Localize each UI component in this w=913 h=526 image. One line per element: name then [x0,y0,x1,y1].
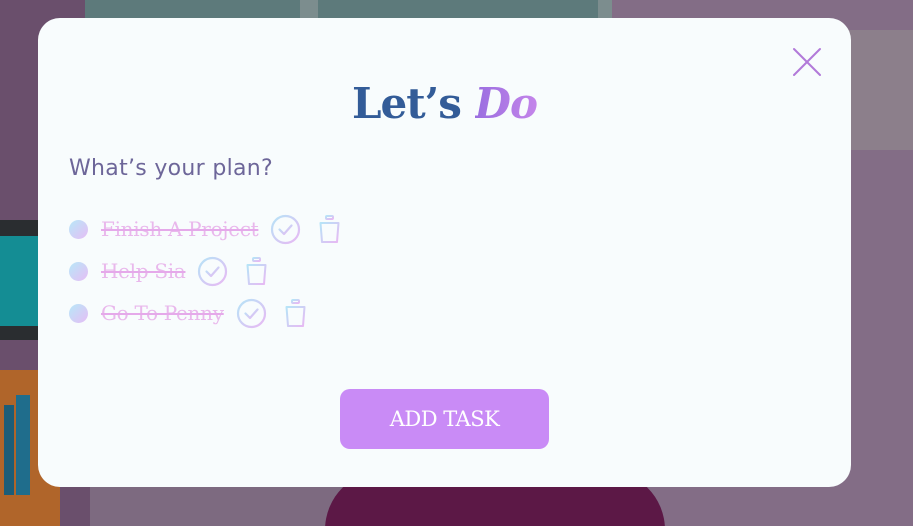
task-label: Help Sia [101,259,186,283]
background-book [4,405,14,495]
close-icon [793,48,821,76]
close-button[interactable] [790,45,824,79]
background-book [16,395,30,495]
title-word-lets: Let’s [352,79,462,128]
complete-task-button[interactable] [197,256,228,287]
complete-task-button[interactable] [270,214,301,245]
check-circle-icon [198,256,228,286]
trash-icon [317,214,343,243]
modal-title: Let’s Do [38,78,851,130]
task-label: Go To Penny [101,301,224,325]
complete-task-button[interactable] [236,298,267,329]
task-item: Help Sia [69,250,345,292]
add-task-button[interactable]: ADD TASK [340,389,549,449]
task-list: Finish A Project Help Sia Go To Penny [69,208,345,334]
delete-task-button[interactable] [280,298,311,329]
trash-icon [244,256,270,285]
task-item: Finish A Project [69,208,345,250]
trash-icon [282,298,308,327]
delete-task-button[interactable] [241,256,272,287]
check-circle-icon [271,214,301,244]
plan-prompt: What’s your plan? [69,156,273,181]
todo-modal: Let’s Do What’s your plan? Finish A Proj… [38,18,851,487]
check-circle-icon [236,298,266,328]
delete-task-button[interactable] [314,214,345,245]
task-bullet [69,219,88,239]
title-word-do: Do [474,79,538,128]
task-item: Go To Penny [69,292,345,334]
task-bullet [69,261,88,281]
background-monitor-screen [0,236,40,326]
task-bullet [69,303,88,323]
task-label: Finish A Project [101,217,259,241]
